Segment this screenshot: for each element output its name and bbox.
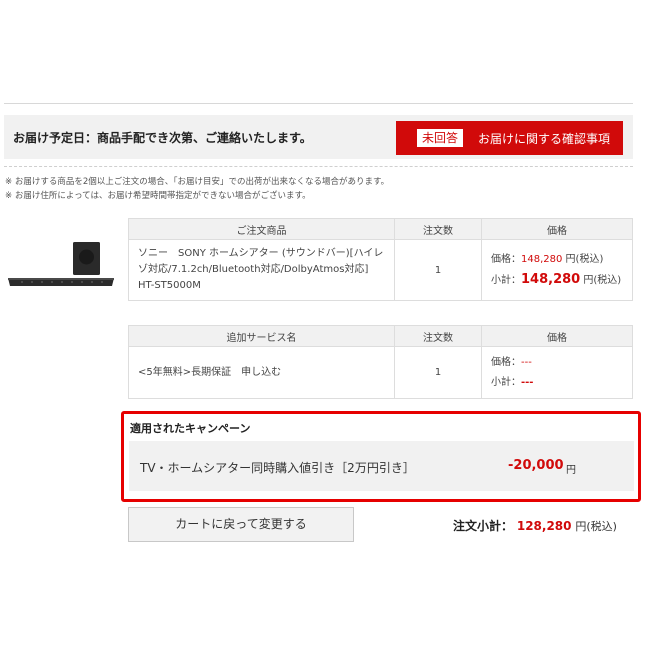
campaign-title: 適用されたキャンペーン [130,422,251,435]
product-image [8,242,114,286]
col-quantity: 注文数 [394,325,482,347]
total-label: 注文小計： [453,519,514,533]
service-name: <5年無料>長期保証 申し込む [128,346,395,399]
note-delivery-time: ※ お届け住所によっては、お届け希望時間帯指定ができない場合がございます。 [5,191,311,201]
service-quantity: 1 [394,346,482,399]
product-price-cell: 価格：148,280 円(税込) 小計：148,280 円(税込) [481,239,633,301]
back-to-cart-button[interactable]: カートに戻って変更する [128,507,354,542]
product-quantity: 1 [394,239,482,301]
delivery-confirm-label: お届けに関する確認事項 [478,132,611,146]
delivery-confirm-button[interactable]: 未回答 お届けに関する確認事項 [396,121,623,155]
subtotal-label: 小計： [491,274,521,286]
total-value: 128,280 [516,519,572,533]
col-quantity: 注文数 [394,218,482,240]
delivery-date-text: お届け予定日：商品手配でき次第、ご連絡いたします。 [13,131,312,145]
order-table-header: ご注文商品 注文数 価格 [128,218,633,240]
delivery-bar: お届け予定日：商品手配でき次第、ご連絡いたします。 未回答 お届けに関する確認事… [4,115,633,159]
service-price-value: --- [521,356,532,368]
col-service: 追加サービス名 [128,325,395,347]
price-label: 価格： [491,356,521,368]
campaign-unit: 円 [566,465,576,476]
service-table-header: 追加サービス名 注文数 価格 [128,325,633,347]
top-divider [4,103,633,104]
unanswered-badge: 未回答 [417,129,464,147]
price-value: 148,280 [521,253,563,265]
campaign-row: TV・ホームシアター同時購入値引き［2万円引き］ -20,000 円 [129,441,634,491]
subtotal-value: 148,280 [521,271,581,287]
table-row: ソニー SONY ホームシアター (サウンドバー)[ハイレゾ対応/7.1.2ch… [128,239,633,301]
applied-campaign-box: 適用されたキャンペーン TV・ホームシアター同時購入値引き［2万円引き］ -20… [121,411,641,502]
campaign-name: TV・ホームシアター同時購入値引き［2万円引き］ [140,461,415,475]
price-unit: 円(税込) [565,253,604,265]
service-price-cell: 価格：--- 小計：--- [481,346,633,399]
service-subtotal-value: --- [521,376,534,388]
campaign-discount: -20,000 [508,458,564,473]
product-name: ソニー SONY ホームシアター (サウンドバー)[ハイレゾ対応/7.1.2ch… [128,239,395,301]
service-table: 追加サービス名 注文数 価格 <5年無料>長期保証 申し込む 1 価格：--- … [128,325,633,399]
note-multiple-items: ※ お届けする商品を2個以上ご注文の場合、「お届け目安」での出荷が出来なくなる場… [5,177,390,187]
subtotal-unit: 円(税込) [583,274,622,286]
price-label: 価格： [491,253,521,265]
notes-divider [4,166,633,167]
order-total: 注文小計： 128,280 円(税込) [453,517,617,534]
col-price: 価格 [481,218,633,240]
subtotal-label: 小計： [491,376,521,388]
col-product: ご注文商品 [128,218,395,240]
total-unit: 円(税込) [575,520,617,533]
table-row: <5年無料>長期保証 申し込む 1 価格：--- 小計：--- [128,346,633,399]
order-table: ご注文商品 注文数 価格 ソニー SONY ホームシアター (サウンドバー)[ハ… [128,218,633,301]
col-price: 価格 [481,325,633,347]
